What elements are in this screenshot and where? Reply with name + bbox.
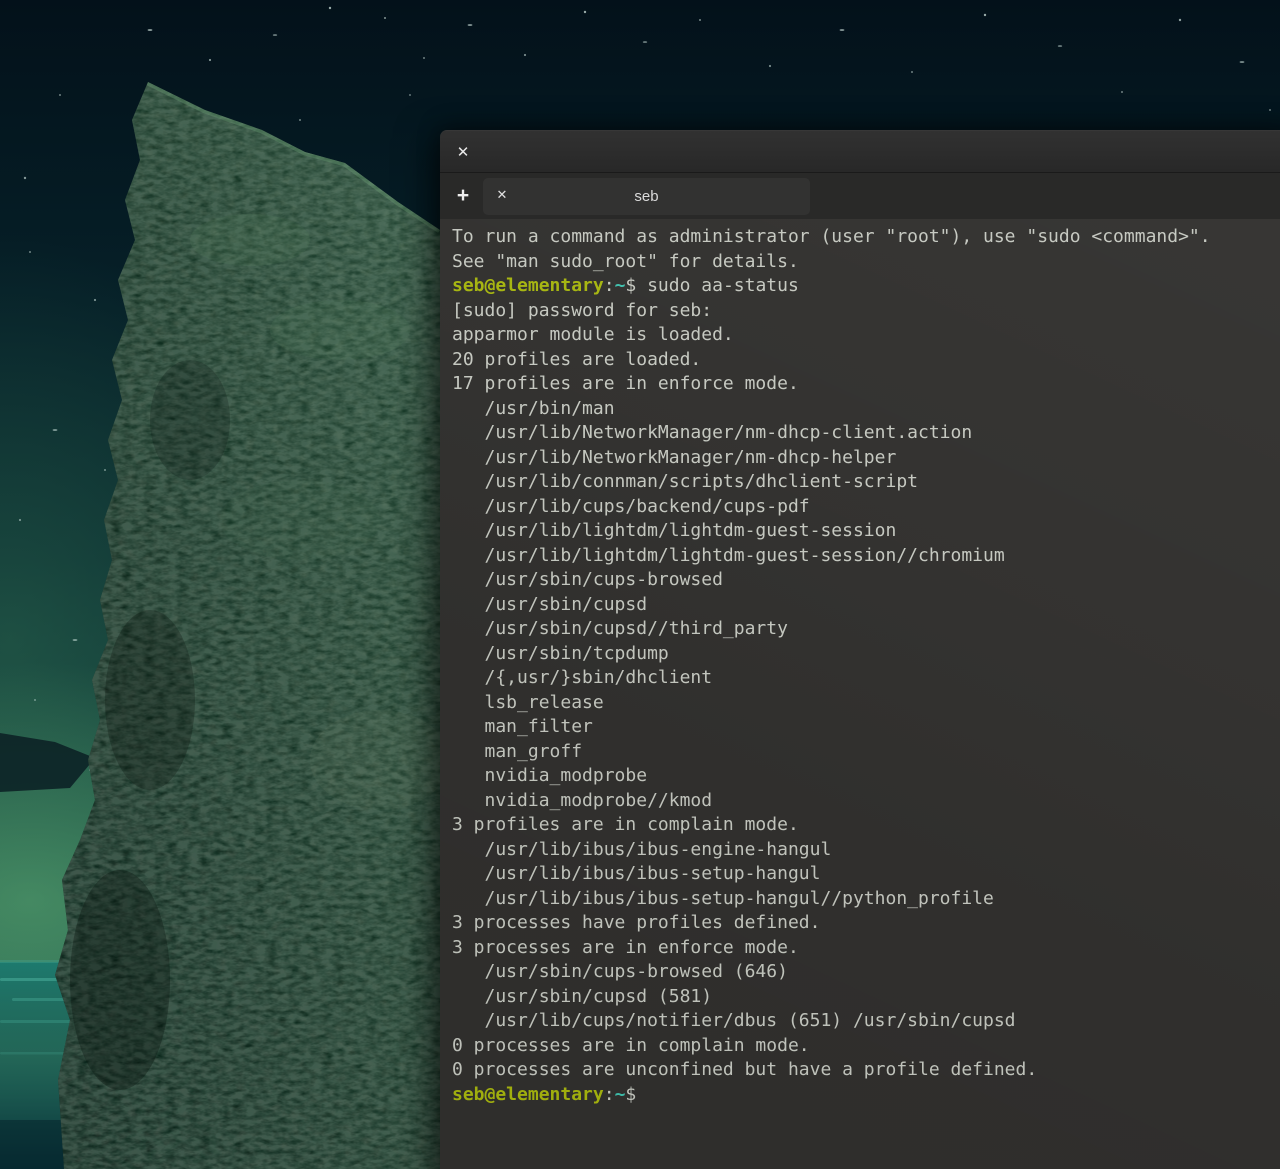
prompt-symbol: $ <box>625 1084 636 1105</box>
cliff <box>40 60 450 1169</box>
tab-close-button[interactable]: ✕ <box>491 185 513 207</box>
tab-seb[interactable]: ✕ seb <box>483 178 810 215</box>
tab-label: seb <box>483 188 810 205</box>
distant-hills <box>0 733 95 792</box>
prompt-path: ~ <box>615 275 626 296</box>
window-titlebar[interactable]: ✕ <box>440 130 1280 173</box>
prompt-line-idle: seb@elementary:~$ <box>452 1083 1280 1108</box>
prompt-path: ~ <box>615 1084 626 1105</box>
new-tab-button[interactable]: + <box>450 183 476 209</box>
terminal-output[interactable]: To run a command as administrator (user … <box>440 219 1280 1169</box>
tab-bar: + ✕ seb <box>440 173 1280 219</box>
prompt-symbol: $ <box>625 275 636 296</box>
prompt-user: seb@elementary <box>452 1084 604 1105</box>
prompt-separator: : <box>604 275 615 296</box>
window-close-button[interactable]: ✕ <box>452 141 474 163</box>
terminal-window: ✕ + ✕ seb To run a command as administra… <box>440 130 1280 1169</box>
prompt-separator: : <box>604 1084 615 1105</box>
desktop: ✕ + ✕ seb To run a command as administra… <box>0 0 1280 1169</box>
terminal-intro-text: To run a command as administrator (user … <box>452 225 1280 274</box>
prompt-user: seb@elementary <box>452 275 604 296</box>
command-text: sudo aa-status <box>636 275 799 296</box>
aa-status-output: [sudo] password for seb: apparmor module… <box>452 299 1280 1083</box>
prompt-line-command: seb@elementary:~$ sudo aa-status <box>452 274 1280 299</box>
